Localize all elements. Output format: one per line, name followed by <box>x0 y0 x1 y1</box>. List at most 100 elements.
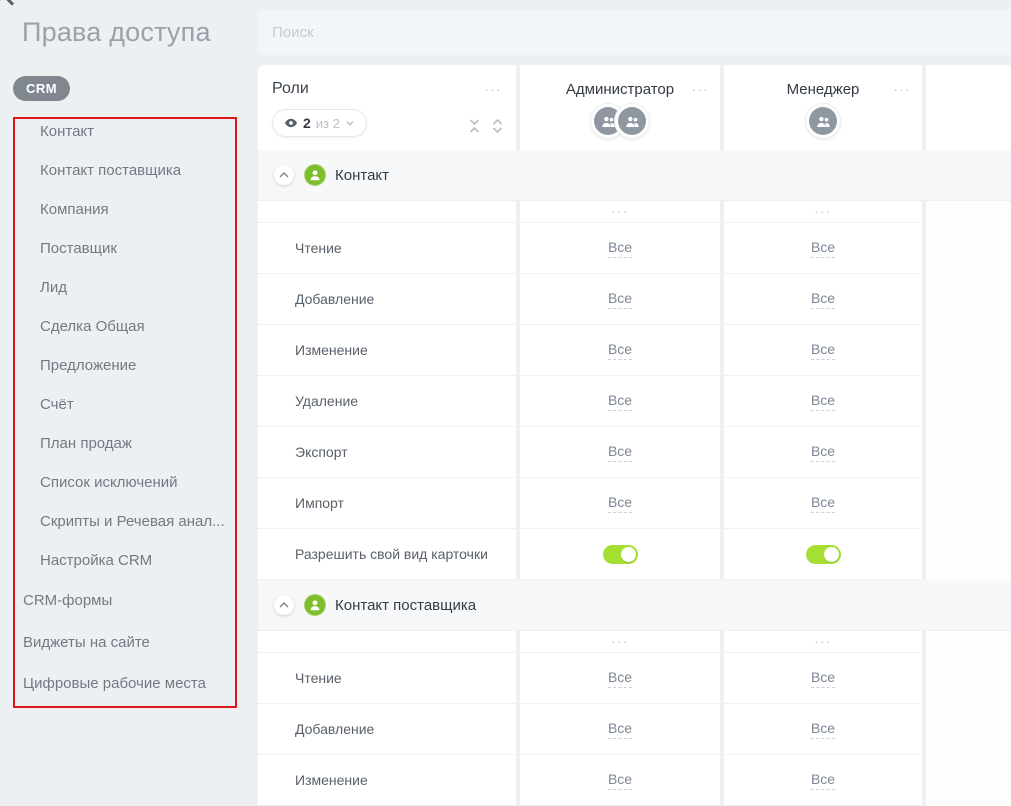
sidebar-item[interactable]: Поставщик <box>0 229 250 268</box>
sidebar-item[interactable]: Компания <box>0 190 250 229</box>
roles-filter-count: 2 <box>303 115 311 131</box>
permission-toggle[interactable] <box>603 545 638 564</box>
micro-row-filler <box>258 201 516 223</box>
permission-row-label: Изменение <box>258 755 516 806</box>
permission-value-link[interactable]: Все <box>608 720 632 739</box>
permission-value-cell: Все <box>520 755 720 806</box>
role-name: Менеджер <box>724 81 922 98</box>
chevron-down-icon <box>345 118 355 128</box>
row-filler <box>926 653 1011 704</box>
permission-value-link[interactable]: Все <box>608 392 632 411</box>
column-menu-icon[interactable]: ··· <box>611 205 629 218</box>
permission-value-link[interactable]: Все <box>811 341 835 360</box>
column-menu-cell: ··· <box>520 631 720 653</box>
permission-row-label: Чтение <box>258 223 516 274</box>
crm-badge: CRM <box>13 76 70 101</box>
permission-row-label: Добавление <box>258 274 516 325</box>
slider-close-arrow-icon[interactable] <box>0 0 14 14</box>
row-filler <box>926 223 1011 274</box>
permission-value-link[interactable]: Все <box>608 771 632 790</box>
permission-value-cell <box>724 529 922 580</box>
permission-value-cell: Все <box>724 704 922 755</box>
row-filler <box>926 755 1011 806</box>
permission-row-label: Разрешить свой вид карточки <box>258 529 516 580</box>
permission-value-link[interactable]: Все <box>811 290 835 309</box>
role-column-header-administrator: Администратор ··· <box>520 65 720 150</box>
role-column-header-manager: Менеджер ··· <box>724 65 922 150</box>
sidebar-item[interactable]: Сделка Общая <box>0 307 250 346</box>
permission-value-cell: Все <box>520 274 720 325</box>
permission-value-link[interactable]: Все <box>608 239 632 258</box>
permission-value-link[interactable]: Все <box>811 771 835 790</box>
role-menu-icon[interactable]: ··· <box>894 83 912 96</box>
permission-value-cell: Все <box>724 478 922 529</box>
row-filler <box>926 427 1011 478</box>
permission-value-link[interactable]: Все <box>811 720 835 739</box>
collapse-all-icon[interactable] <box>468 118 481 134</box>
permission-row-label: Удаление <box>258 376 516 427</box>
expand-all-icon[interactable] <box>491 118 504 134</box>
micro-row-filler <box>926 201 1011 223</box>
sidebar-item[interactable]: Виджеты на сайте <box>0 622 250 664</box>
sidebar-item[interactable]: Список исключений <box>0 463 250 502</box>
sidebar-item[interactable]: Контакт <box>0 112 250 151</box>
roles-filter-of-label: из 2 <box>316 116 340 131</box>
table-header-filler <box>926 65 1011 150</box>
permission-value-cell: Все <box>724 427 922 478</box>
roles-menu-icon[interactable]: ··· <box>485 83 503 96</box>
row-filler <box>926 274 1011 325</box>
permission-value-cell <box>520 529 720 580</box>
permission-value-link[interactable]: Все <box>608 290 632 309</box>
section-header: Контакт <box>258 150 1011 201</box>
column-menu-cell: ··· <box>724 201 922 223</box>
sidebar-item[interactable]: Счёт <box>0 385 250 424</box>
group-avatar-icon <box>809 107 837 135</box>
section-title: Контакт поставщика <box>335 597 476 614</box>
role-avatars[interactable] <box>724 103 922 139</box>
row-filler <box>926 478 1011 529</box>
permission-value-cell: Все <box>520 376 720 427</box>
sidebar-item[interactable]: CRM-формы <box>0 580 250 622</box>
permission-value-cell: Все <box>520 325 720 376</box>
section-collapse-button[interactable] <box>274 165 294 185</box>
column-menu-cell: ··· <box>724 631 922 653</box>
sidebar-item[interactable]: Цифровые рабочие места <box>0 663 250 705</box>
role-menu-icon[interactable]: ··· <box>692 83 710 96</box>
micro-row-filler <box>926 631 1011 653</box>
permission-row-label: Чтение <box>258 653 516 704</box>
column-menu-icon[interactable]: ··· <box>814 635 832 648</box>
sidebar-nav: КонтактКонтакт поставщикаКомпанияПоставщ… <box>0 112 250 705</box>
permission-value-link[interactable]: Все <box>608 341 632 360</box>
sidebar: Права доступа CRM КонтактКонтакт поставщ… <box>0 0 250 782</box>
permission-value-link[interactable]: Все <box>811 239 835 258</box>
permission-value-link[interactable]: Все <box>608 494 632 513</box>
sidebar-item[interactable]: Скрипты и Речевая анал... <box>0 502 250 541</box>
permission-value-link[interactable]: Все <box>811 443 835 462</box>
row-filler <box>926 704 1011 755</box>
permission-value-cell: Все <box>724 653 922 704</box>
search-input[interactable] <box>258 10 1011 55</box>
permission-row-label: Добавление <box>258 704 516 755</box>
sidebar-item[interactable]: Контакт поставщика <box>0 151 250 190</box>
sidebar-item[interactable]: Лид <box>0 268 250 307</box>
permission-value-link[interactable]: Все <box>811 494 835 513</box>
permissions-table: Роли ··· 2 из 2 Администратор ··· Менедж… <box>258 65 1011 806</box>
roles-header-title: Роли <box>272 80 309 98</box>
sidebar-item[interactable]: Настройка CRM <box>0 541 250 580</box>
role-avatars[interactable] <box>520 103 720 139</box>
toggle-knob <box>621 547 636 562</box>
permission-value-link[interactable]: Все <box>811 392 835 411</box>
micro-row-filler <box>258 631 516 653</box>
column-menu-icon[interactable]: ··· <box>611 635 629 648</box>
section-entity-icon <box>304 164 326 186</box>
permission-value-link[interactable]: Все <box>608 669 632 688</box>
column-menu-icon[interactable]: ··· <box>814 205 832 218</box>
section-collapse-button[interactable] <box>274 595 294 615</box>
permission-value-link[interactable]: Все <box>811 669 835 688</box>
sidebar-item[interactable]: Предложение <box>0 346 250 385</box>
row-filler <box>926 325 1011 376</box>
permission-toggle[interactable] <box>806 545 841 564</box>
roles-filter-chip[interactable]: 2 из 2 <box>272 109 367 137</box>
permission-value-link[interactable]: Все <box>608 443 632 462</box>
sidebar-item[interactable]: План продаж <box>0 424 250 463</box>
